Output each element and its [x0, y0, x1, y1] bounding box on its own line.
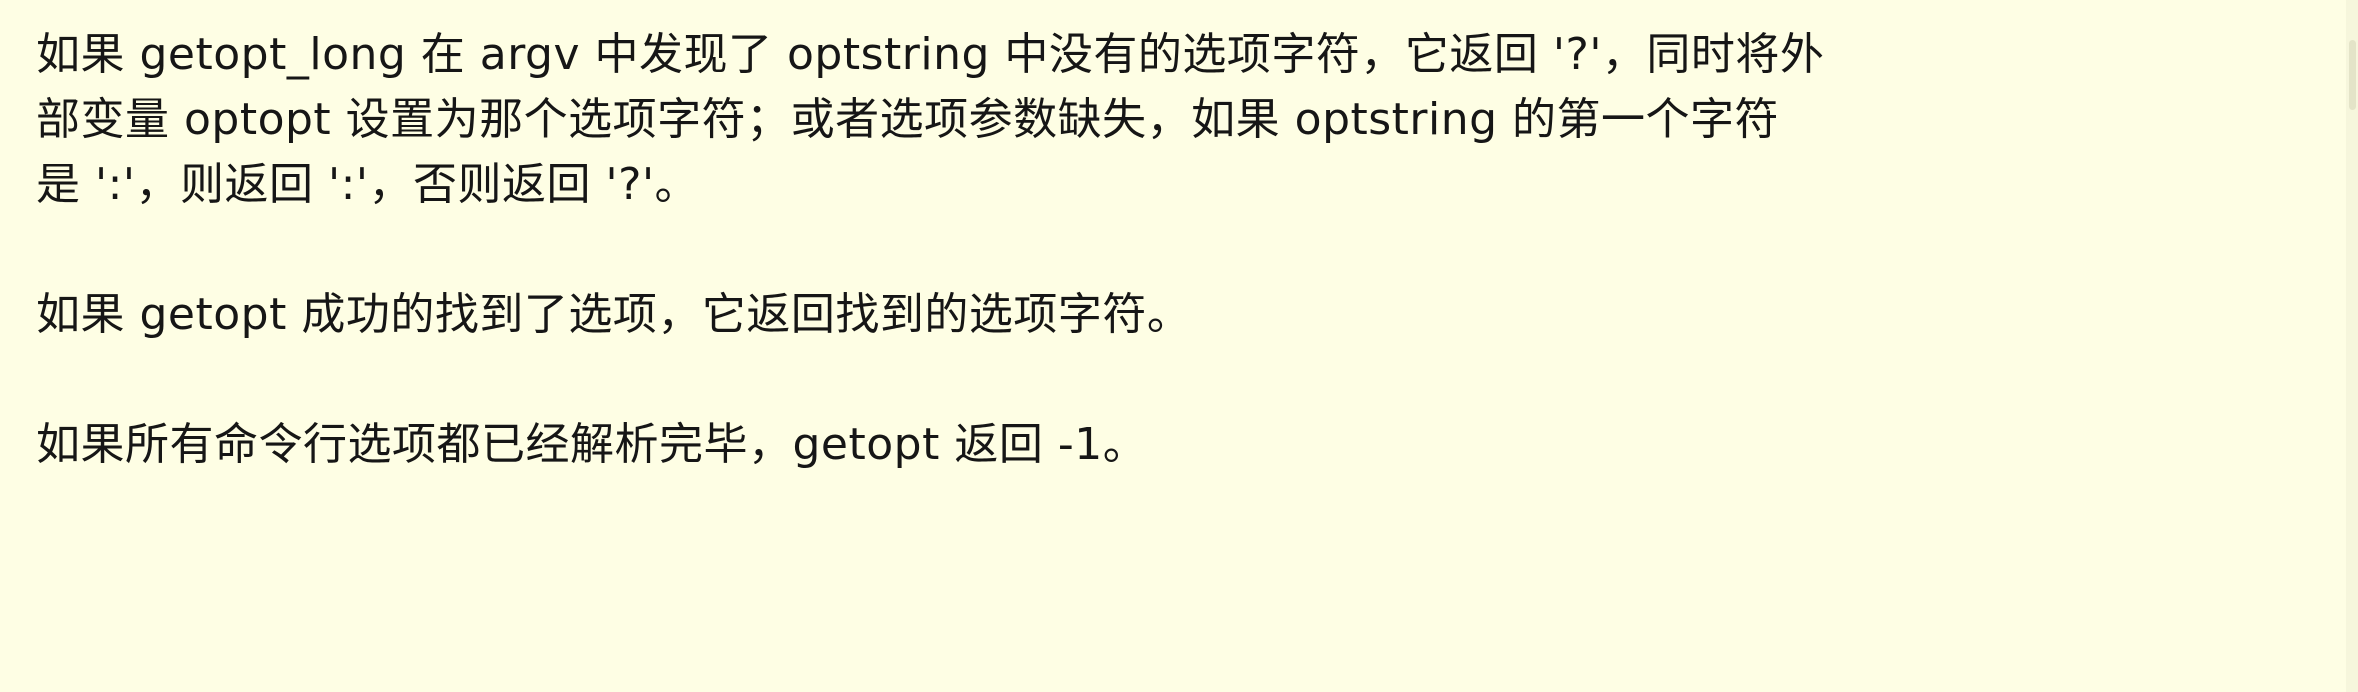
- text-line: 部变量 optopt 设置为那个选项字符；或者选项参数缺失，如果 optstri…: [36, 94, 1780, 145]
- scrollbar-thumb[interactable]: [2349, 40, 2356, 110]
- text-line: 是 ':'，则返回 ':'，否则返回 '?'。: [36, 159, 700, 210]
- text-line: 如果 getopt_long 在 argv 中发现了 optstring 中没有…: [36, 29, 1825, 80]
- paragraph-getopt-success: 如果 getopt 成功的找到了选项，它返回找到的选项字符。: [36, 282, 2318, 347]
- text-line: 如果 getopt 成功的找到了选项，它返回找到的选项字符。: [36, 289, 1192, 340]
- paragraph-getopt-done: 如果所有命令行选项都已经解析完毕，getopt 返回 -1。: [36, 412, 2318, 477]
- paragraph-getopt-long-unknown-option: 如果 getopt_long 在 argv 中发现了 optstring 中没有…: [36, 22, 2318, 217]
- text-line: 如果所有命令行选项都已经解析完毕，getopt 返回 -1。: [36, 419, 1148, 470]
- vertical-scrollbar[interactable]: [2346, 0, 2358, 692]
- document-body: 如果 getopt_long 在 argv 中发现了 optstring 中没有…: [0, 0, 2358, 692]
